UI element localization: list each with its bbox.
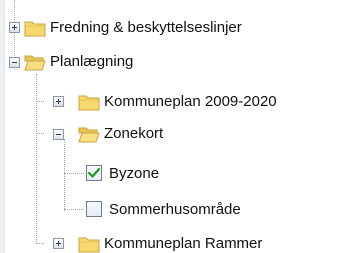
- checkmark-icon: [87, 167, 101, 178]
- tree-layer-byzone[interactable]: Byzone: [0, 162, 358, 186]
- tree-node-kommuneplan-rammer[interactable]: Kommuneplan Rammer: [0, 232, 358, 253]
- expand-toggle[interactable]: [53, 96, 64, 107]
- tree-node-kommuneplan-2009-2020[interactable]: Kommuneplan 2009-2020: [0, 90, 358, 114]
- tree-node-planlaegning[interactable]: Planlægning: [0, 50, 358, 74]
- collapse-toggle[interactable]: [9, 57, 20, 68]
- folder-open-icon: [24, 55, 46, 71]
- folder-closed-icon: [78, 237, 100, 253]
- tree-node-label[interactable]: Zonekort: [104, 125, 163, 143]
- layer-visibility-checkbox[interactable]: [86, 201, 102, 217]
- layer-visibility-checkbox[interactable]: [86, 165, 102, 181]
- tree-layer-sommerhusomraade[interactable]: Sommerhusområde: [0, 198, 358, 222]
- tree-node-fredning[interactable]: Fredning & beskyttelseslinjer: [0, 16, 358, 40]
- folder-closed-icon: [24, 21, 46, 37]
- tree-node-label[interactable]: Planlægning: [50, 53, 133, 71]
- tree-layer-label[interactable]: Byzone: [109, 165, 159, 183]
- expand-toggle[interactable]: [9, 22, 20, 33]
- collapse-toggle[interactable]: [53, 129, 64, 140]
- tree-node-label[interactable]: Kommuneplan 2009-2020: [104, 93, 277, 111]
- layer-tree-panel: Fredning & beskyttelseslinjer Planlægnin…: [0, 0, 358, 253]
- folder-closed-icon: [78, 95, 100, 111]
- tree-node-label[interactable]: Kommuneplan Rammer: [104, 235, 262, 253]
- tree-node-label[interactable]: Fredning & beskyttelseslinjer: [50, 19, 242, 37]
- tree-layer-label[interactable]: Sommerhusområde: [109, 201, 241, 219]
- folder-open-icon: [78, 127, 100, 143]
- tree-node-zonekort[interactable]: Zonekort: [0, 122, 358, 146]
- expand-toggle[interactable]: [53, 238, 64, 249]
